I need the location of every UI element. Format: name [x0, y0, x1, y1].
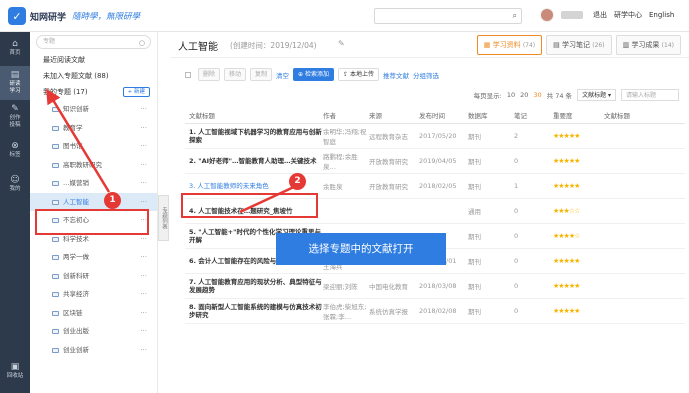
step-badge-1: 1	[104, 192, 121, 209]
annotation-arrows	[46, 88, 297, 214]
arrow-to-folder-list	[46, 88, 111, 193]
highlight-document-box	[181, 193, 318, 218]
highlight-folder-box	[35, 209, 149, 235]
step-badge-2: 2	[289, 173, 306, 190]
callout-instruction: 选择专题中的文献打开	[276, 233, 446, 265]
